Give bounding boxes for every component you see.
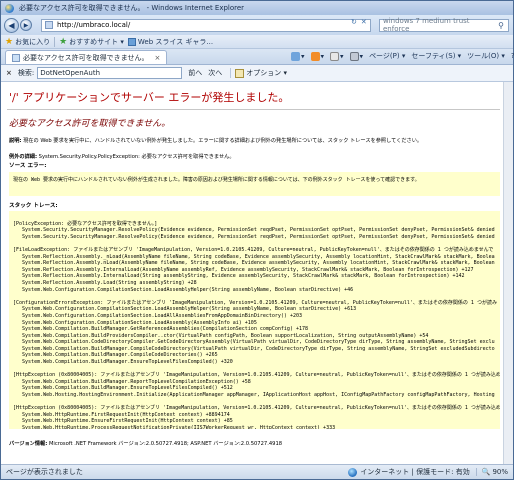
favorites-bar: ★ お気に入り ★ おすすめサイト ▾ Web スライス ギャラ...: [1, 35, 513, 49]
find-input[interactable]: DotNetOpenAuth: [37, 67, 183, 79]
status-text: ページが表示されました: [6, 468, 83, 476]
zone-text: インターネット | 保護モード: 有効: [360, 468, 470, 476]
tab-row: 必要なアクセス許可を取得できません。 × ▾ ▾ ▾ ▾ ページ(P) ▾ セー…: [1, 49, 514, 65]
ie-logo-icon: [5, 3, 14, 13]
error-title: 必要なアクセス許可を取得できません。: [9, 119, 171, 129]
browser-window: 必要なアクセス許可を取得できません。 - Windows Internet Ex…: [0, 0, 514, 480]
find-previous-button[interactable]: 前へ: [188, 68, 202, 78]
title-bar: 必要なアクセス許可を取得できません。 - Windows Internet Ex…: [1, 1, 513, 15]
separator: [54, 36, 56, 47]
stack-trace-text: [PolicyException: 必要なアクセス許可を取得できません。] Sy…: [13, 220, 500, 429]
find-options-button[interactable]: オプション ▾: [230, 68, 287, 78]
tab-close-icon[interactable]: ×: [154, 54, 160, 62]
vertical-scrollbar[interactable]: [503, 82, 513, 464]
address-row: ◀ ▶ http://umbraco.local/ ↻ ✕ windows 7 …: [1, 15, 513, 35]
description-paragraph: 説明: 現在の Web 要求を実行中に、ハンドルされていない例外が発生しました。…: [9, 137, 422, 144]
stack-trace-heading: スタック トレース:: [9, 203, 58, 209]
find-options-label: オプション ▾: [246, 69, 287, 77]
search-input[interactable]: windows 7 medium trust enforce: [383, 17, 496, 33]
find-bar: × 検索: DotNetOpenAuth 前へ 次へ オプション ▾: [1, 65, 513, 82]
source-error-text: 現在の Web 要求の実行中にハンドルされていない例外が生成されました。障害の原…: [13, 177, 420, 183]
tab-page-icon: [12, 53, 20, 62]
version-text: Microsoft .NET Framework バージョン:2.0.50727…: [48, 441, 283, 447]
back-arrow-icon[interactable]: ◀: [4, 17, 19, 33]
stop-icon[interactable]: ✕: [361, 18, 367, 26]
page-content: '/' アプリケーションでサーバー エラーが発生しました。 必要なアクセス許可を…: [1, 82, 513, 464]
exception-text: System.Security.Policy.PolicyException: …: [38, 154, 235, 160]
security-zone[interactable]: インターネット | 保護モード: 有効: [348, 467, 470, 477]
version-info: バージョン情報: Microsoft .NET Framework バージョン:…: [9, 440, 282, 447]
browser-tab[interactable]: 必要なアクセス許可を取得できません。 ×: [5, 50, 168, 64]
address-tools: ↻ ✕: [351, 18, 367, 26]
web-slice-link[interactable]: Web スライス ギャラ...: [127, 37, 214, 47]
highlight-icon: [235, 68, 245, 78]
forward-arrow-icon[interactable]: ▶: [20, 19, 32, 31]
exception-paragraph: 例外の詳細: System.Security.Policy.PolicyExce…: [9, 153, 235, 160]
tab-label: 必要なアクセス許可を取得できません。: [23, 53, 149, 62]
find-label: 検索:: [17, 69, 35, 77]
server-error-heading: '/' アプリケーションでサーバー エラーが発生しました。: [9, 91, 290, 104]
safety-menu[interactable]: セーフティ(S) ▾: [411, 51, 461, 61]
page-icon: [45, 21, 53, 29]
search-box[interactable]: windows 7 medium trust enforce ⚲: [379, 17, 509, 33]
stack-trace-box: [PolicyException: 必要なアクセス許可を取得できません。] Sy…: [9, 211, 500, 429]
rss-icon: [310, 51, 320, 61]
mail-icon: [330, 51, 340, 61]
description-text: 現在の Web 要求を実行中に、ハンドルされていない例外が発生しました。エラーに…: [23, 138, 423, 144]
tools-menu[interactable]: ツール(O) ▾: [467, 51, 505, 61]
web-slice-icon: [127, 37, 136, 46]
find-next-button[interactable]: 次へ: [208, 68, 222, 78]
refresh-icon[interactable]: ↻: [351, 18, 357, 26]
add-favorite-icon: ★: [59, 36, 68, 47]
address-bar[interactable]: http://umbraco.local/: [41, 18, 371, 32]
window-title: 必要なアクセス許可を取得できません。 - Windows Internet Ex…: [19, 4, 245, 12]
favorites-label: お気に入り: [15, 37, 51, 46]
zoom-icon: 🔍: [481, 468, 491, 476]
suggested-sites-label: おすすめサイト ▾: [69, 37, 124, 46]
print-icon: [349, 51, 359, 61]
address-url[interactable]: http://umbraco.local/: [57, 21, 130, 29]
zoom-text: 90%: [492, 468, 508, 476]
home-button[interactable]: ▾: [291, 51, 305, 61]
source-error-heading: ソース エラー:: [9, 163, 47, 169]
description-label: 説明:: [9, 138, 22, 144]
globe-icon: [348, 467, 358, 477]
favorites-star-icon: ★: [5, 36, 14, 47]
feeds-button[interactable]: ▾: [310, 51, 324, 61]
source-error-box: 現在の Web 要求の実行中にハンドルされていない例外が生成されました。障害の原…: [9, 172, 500, 196]
favorites-button[interactable]: ★ お気に入り: [5, 37, 50, 47]
zoom-control[interactable]: 🔍 90%: [475, 468, 513, 476]
exception-label: 例外の詳細:: [9, 154, 38, 160]
version-label: バージョン情報:: [9, 441, 48, 447]
search-icon[interactable]: ⚲: [496, 20, 506, 30]
mail-button[interactable]: ▾: [330, 51, 344, 61]
heading-divider: [7, 109, 500, 110]
suggested-sites-link[interactable]: ★ おすすめサイト ▾: [59, 37, 124, 47]
find-close-button[interactable]: ×: [6, 69, 12, 77]
command-bar: ▾ ▾ ▾ ▾ ページ(P) ▾ セーフティ(S) ▾ ツール(O) ▾ ?: [291, 51, 514, 61]
status-bar: ページが表示されました インターネット | 保護モード: 有効 🔍 90%: [1, 464, 513, 479]
home-icon: [291, 51, 300, 61]
page-menu[interactable]: ページ(P) ▾: [369, 51, 405, 61]
print-button[interactable]: ▾: [349, 51, 363, 61]
web-slice-label: Web スライス ギャラ...: [137, 37, 214, 46]
